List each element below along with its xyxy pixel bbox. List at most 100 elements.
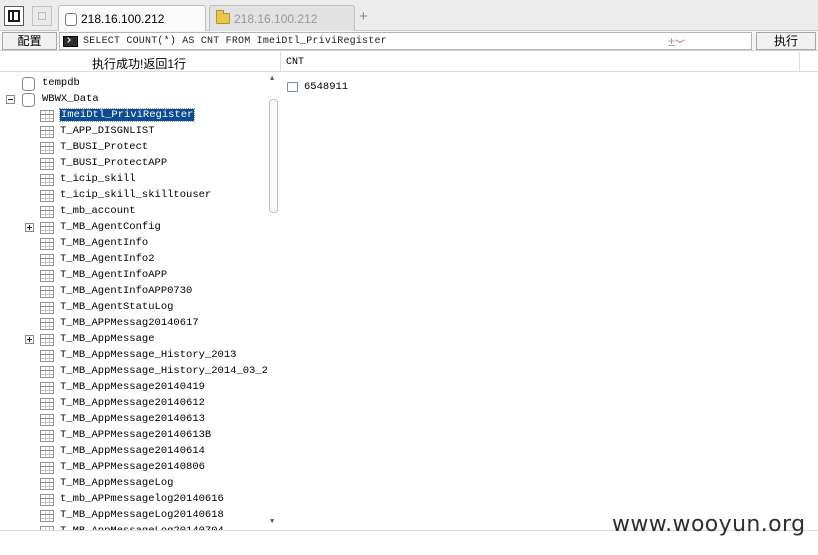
cnt-cell[interactable]: 6548911	[304, 81, 348, 93]
tree-item-table[interactable]: T_MB_AgentInfoAPP	[0, 268, 268, 284]
tree-item-label: T_MB_AgentConfig	[60, 221, 161, 233]
tree-item-database[interactable]: WBWX_Data	[0, 92, 268, 108]
tree-item-table[interactable]: T_MB_AppMessage	[0, 332, 268, 348]
tree-item-label: t_icip_skill_skilltouser	[60, 189, 212, 201]
scroll-down-arrow-icon[interactable]: ▼	[270, 518, 274, 526]
tree-item-label: T_MB_AppMessage_History_2014_03_26	[60, 365, 275, 377]
tree-item-table[interactable]: T_MB_AppMessage_History_2014_03_26	[0, 364, 274, 380]
tree-item-database[interactable]: tempdb	[0, 76, 268, 92]
table-icon	[40, 302, 54, 314]
watermark: www.wooyun.org	[612, 512, 806, 537]
tree-item-table[interactable]: T_MB_AppMessage20140419	[0, 380, 268, 396]
tab-label: 218.16.100.212	[234, 11, 318, 26]
table-icon	[40, 318, 54, 330]
table-icon	[40, 190, 54, 202]
tab-connection-1[interactable]: 218.16.100.212	[58, 5, 206, 32]
tree-scrollbar[interactable]: ▲ ▼	[267, 73, 280, 530]
row-checkbox[interactable]	[287, 82, 298, 92]
tree-item-label: T_BUSI_ProtectAPP	[60, 157, 168, 169]
tree-item-label: t_mb_account	[60, 205, 136, 217]
expand-icon[interactable]	[25, 335, 34, 344]
tree-item-label: T_MB_AppMessage20140612	[60, 397, 205, 409]
tree-item-table[interactable]: t_icip_skill	[0, 172, 268, 188]
new-tab-plus-icon[interactable]: +	[359, 8, 368, 25]
table-icon	[40, 126, 54, 138]
table-icon	[40, 494, 54, 506]
tree-item-table[interactable]: T_BUSI_Protect	[0, 140, 268, 156]
table-icon	[40, 270, 54, 282]
table-row[interactable]: 6548911	[287, 81, 348, 93]
table-icon	[40, 142, 54, 154]
tree-item-table[interactable]: T_MB_AgentStatuLog	[0, 300, 268, 316]
table-icon	[40, 110, 54, 122]
tree-item-table[interactable]: T_MB_AppMessage_History_2013	[0, 348, 268, 364]
table-icon	[40, 430, 54, 442]
table-icon	[40, 446, 54, 458]
tree-item-label: T_MB_AppMessage20140614	[60, 445, 205, 457]
tab-connection-2[interactable]: 218.16.100.212	[209, 5, 355, 31]
table-icon	[40, 398, 54, 410]
execute-button[interactable]: 执行	[756, 32, 816, 50]
tree-item-table[interactable]: T_MB_AgentInfo	[0, 236, 268, 252]
table-icon	[40, 222, 54, 234]
disabled-window-button[interactable]	[32, 6, 52, 26]
tree-item-label: T_MB_AppMessage20140613	[60, 413, 205, 425]
tree-item-label: T_MB_AppMessage	[60, 333, 155, 345]
tree-item-label: T_MB_AgentInfo2	[60, 253, 155, 265]
sql-text[interactable]: SELECT COUNT(*) AS CNT FROM ImeiDtl_Priv…	[83, 36, 387, 47]
column-header-cnt[interactable]: CNT	[280, 52, 800, 72]
tree-item-label: t_icip_skill	[60, 173, 136, 185]
tree-item-table[interactable]: T_BUSI_ProtectAPP	[0, 156, 268, 172]
scrollbar-thumb[interactable]	[269, 99, 278, 213]
result-grid: 6548911	[281, 73, 818, 530]
scroll-up-arrow-icon[interactable]: ▲	[270, 75, 274, 83]
table-icon	[40, 174, 54, 186]
plus-minus-icon[interactable]: ±	[668, 34, 675, 49]
tree-item-table[interactable]: T_APP_DISGNLIST	[0, 124, 268, 140]
tree-item-table[interactable]: T_MB_APPMessag20140617	[0, 316, 268, 332]
tree-item-table[interactable]: T_MB_AgentInfo2	[0, 252, 268, 268]
tree-item-label: ImeiDtl_PriviRegister	[58, 108, 196, 122]
table-icon	[40, 238, 54, 250]
tree-item-label: T_MB_AgentInfoAPP0730	[60, 285, 193, 297]
table-icon	[40, 286, 54, 298]
tree-item-label: T_MB_APPMessag20140617	[60, 317, 199, 329]
tree-item-label: T_MB_AppMessageLog20140618	[60, 509, 224, 521]
table-icon	[40, 462, 54, 474]
tree-item-table[interactable]: ImeiDtl_PriviRegister	[0, 108, 268, 124]
database-icon	[65, 12, 77, 26]
tree-item-table[interactable]: T_MB_AppMessage20140612	[0, 396, 268, 412]
tree-item-table[interactable]: T_MB_AppMessageLog20140618	[0, 508, 268, 524]
chevron-down-icon[interactable]: ﹀	[675, 36, 685, 51]
tree-item-label: T_MB_AppMessage20140419	[60, 381, 205, 393]
tree-item-table[interactable]: T_MB_AgentInfoAPP0730	[0, 284, 268, 300]
tree-item-label: t_mb_APPmessagelog20140616	[60, 493, 224, 505]
tree-item-table[interactable]: T_MB_AppMessage20140613	[0, 412, 268, 428]
table-icon	[40, 158, 54, 170]
tree-item-label: T_MB_AgentInfoAPP	[60, 269, 168, 281]
sql-input[interactable]: SELECT COUNT(*) AS CNT FROM ImeiDtl_Priv…	[59, 32, 752, 51]
tree-item-label: T_MB_AppMessage_History_2013	[60, 349, 237, 361]
column-header-label: CNT	[286, 57, 305, 68]
tree-item-label: WBWX_Data	[42, 93, 99, 105]
toggle-sidebar-button[interactable]	[4, 6, 24, 26]
tree-item-table[interactable]: T_MB_AppMessage20140614	[0, 444, 268, 460]
tree-item-table[interactable]: T_MB_APPMessage20140806	[0, 460, 268, 476]
query-bar: 配置 SELECT COUNT(*) AS CNT FROM ImeiDtl_P…	[0, 31, 818, 51]
table-icon	[40, 382, 54, 394]
tree-item-table[interactable]: T_MB_AppMessageLog	[0, 476, 268, 492]
config-button[interactable]: 配置	[2, 32, 57, 50]
tab-bar: 218.16.100.212 218.16.100.212 +	[0, 0, 818, 32]
tree-item-label: T_MB_AgentStatuLog	[60, 301, 174, 313]
expand-icon[interactable]	[25, 223, 34, 232]
tree-item-label: T_BUSI_Protect	[60, 141, 149, 153]
tree-item-table[interactable]: t_mb_APPmessagelog20140616	[0, 492, 268, 508]
tree-item-table[interactable]: T_MB_AgentConfig	[0, 220, 268, 236]
table-icon	[40, 414, 54, 426]
collapse-icon[interactable]	[6, 95, 15, 104]
tree-item-table[interactable]: t_icip_skill_skilltouser	[0, 188, 268, 204]
tree-item-table[interactable]: T_MB_APPMessage20140613B	[0, 428, 268, 444]
object-tree: tempdb WBWX_Data ImeiDtl_PriviRegister T_AP…	[0, 73, 280, 530]
tree-item-table[interactable]: t_mb_account	[0, 204, 268, 220]
tree-item-label: tempdb	[42, 77, 80, 89]
